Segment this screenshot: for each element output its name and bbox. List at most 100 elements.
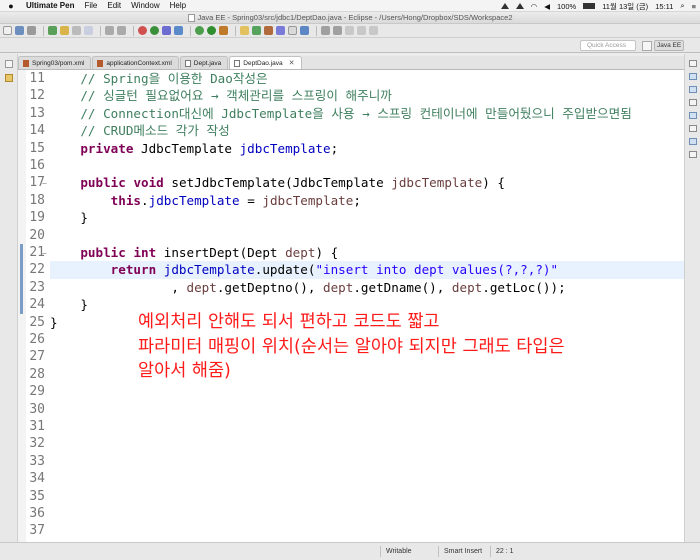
tab-deptdao-java[interactable]: DeptDao.java ✕ (229, 56, 302, 69)
back-icon[interactable] (105, 26, 114, 35)
code-line[interactable] (50, 383, 684, 400)
menu-window[interactable]: Window (131, 1, 159, 10)
code-line[interactable]: // Connection대신에 JdbcTemplate을 사용 → 스프링 … (50, 105, 684, 122)
run-icon[interactable] (207, 26, 216, 35)
tab-pom-xml[interactable]: Spring03/pom.xml (18, 56, 92, 69)
last-edit-icon[interactable] (345, 26, 354, 35)
volume-icon[interactable]: ◀ (544, 2, 550, 11)
restore-view-icon[interactable] (689, 60, 697, 67)
code-area[interactable]: // Spring을 이용한 Dao작성은 // 싱글턴 필요없어요 → 객체관… (50, 70, 684, 542)
code-line[interactable]: private JdbcTemplate jdbcTemplate; (50, 140, 684, 157)
tab-dept-java[interactable]: Dept.java (179, 56, 229, 69)
open-perspective-icon[interactable] (642, 40, 652, 51)
menubar-date[interactable]: 11월 13일 (금) (602, 1, 648, 12)
new-class-icon[interactable] (252, 26, 261, 35)
fold-toggle-icon[interactable]: − (42, 249, 47, 258)
code-token: jdbcTemplate (391, 175, 483, 191)
code-line[interactable]: } (50, 209, 684, 226)
code-line[interactable]: // 싱글턴 필요없어요 → 객체관리를 스프링이 해주니까 (50, 87, 684, 104)
code-line[interactable]: // CRUD메소드 각가 작성 (50, 122, 684, 139)
notification-center-icon[interactable]: ≡ (692, 2, 696, 11)
code-string: "insert into dept values(?,?,?)" (315, 262, 559, 278)
annotation-prev-icon[interactable] (321, 26, 330, 35)
snippets-icon[interactable] (689, 151, 697, 158)
menu-edit[interactable]: Edit (107, 1, 121, 10)
edit-icon[interactable] (60, 26, 69, 35)
code-line[interactable]: , dept.getDeptno(), dept.getDname(), dep… (50, 279, 684, 296)
task-list-icon[interactable] (689, 86, 697, 93)
menu-help[interactable]: Help (170, 1, 186, 10)
status-cursor-position: 22 : 1 (490, 546, 514, 557)
save-all-icon[interactable] (27, 26, 36, 35)
stop-icon[interactable] (138, 26, 147, 35)
code-token: } (50, 210, 88, 226)
forward-icon[interactable] (117, 26, 126, 35)
server-icon[interactable] (162, 26, 171, 35)
line-number: 33 (29, 453, 45, 469)
wifi-icon[interactable]: ◠ (531, 2, 538, 11)
menu-file[interactable]: File (84, 1, 97, 10)
markers-icon[interactable] (689, 99, 697, 106)
code-token: .update( (254, 262, 316, 278)
task-icon[interactable] (174, 26, 183, 35)
code-line[interactable]: public void setJdbcTemplate(JdbcTemplate… (50, 174, 684, 191)
code-line[interactable] (50, 418, 684, 435)
code-line[interactable] (50, 157, 684, 174)
code-line[interactable] (50, 488, 684, 505)
new-icon[interactable] (3, 26, 12, 35)
code-line[interactable] (50, 522, 684, 539)
code-token: .getDeptno(), (216, 279, 323, 295)
code-line[interactable]: this.jdbcTemplate = jdbcTemplate; (50, 192, 684, 209)
code-line[interactable] (50, 227, 684, 244)
package-explorer-icon[interactable] (5, 74, 13, 82)
annotation-next-icon[interactable] (333, 26, 342, 35)
code-token: dept (323, 279, 354, 295)
open-task-icon[interactable] (288, 26, 297, 35)
code-line[interactable] (50, 505, 684, 522)
code-line[interactable] (50, 453, 684, 470)
history-forward-icon[interactable] (369, 26, 378, 35)
external-tools-icon[interactable] (219, 26, 228, 35)
tab-label: Dept.java (193, 59, 222, 67)
code-line[interactable]: return jdbcTemplate.update("insert into … (50, 261, 684, 279)
debug-icon[interactable] (48, 26, 57, 35)
status-writable: Writable (380, 546, 412, 557)
data-source-icon[interactable] (689, 138, 697, 145)
new-package-icon[interactable] (240, 26, 249, 35)
new-interface-icon[interactable] (264, 26, 273, 35)
code-editor[interactable]: 11 12 13 14 15 16 17 18 19 20 21 22 23 24 25 26 27 28 29 30… (18, 70, 684, 542)
code-line[interactable]: public int insertDept(Dept dept) { (50, 244, 684, 261)
code-line[interactable] (50, 401, 684, 418)
code-line[interactable] (50, 470, 684, 487)
toggle-icon[interactable] (72, 26, 81, 35)
app-menu[interactable]: Ultimate Pen (26, 1, 74, 10)
battery-percent[interactable]: 100% (557, 2, 576, 11)
perspective-java-ee-button[interactable]: Java EE (654, 40, 685, 51)
search-icon[interactable] (300, 26, 309, 35)
tab-application-context-xml[interactable]: applicationContext.xml (92, 56, 179, 69)
code-line[interactable]: // Spring을 이용한 Dao작성은 (50, 70, 684, 87)
console-icon[interactable] (689, 125, 697, 132)
mountain-icon[interactable] (515, 3, 524, 9)
quick-access-input[interactable]: Quick Access (580, 40, 636, 51)
code-line[interactable] (50, 435, 684, 452)
perspective-switcher: Java EE (642, 39, 698, 52)
outline-icon[interactable] (689, 73, 697, 80)
line-number: 18 (29, 192, 45, 208)
servers-icon[interactable] (689, 112, 697, 119)
menubar-time[interactable]: 15:11 (655, 2, 673, 11)
close-icon[interactable]: ✕ (289, 59, 295, 67)
mountain-icon[interactable] (500, 3, 509, 9)
battery-icon[interactable] (583, 3, 596, 9)
mark-icon[interactable] (84, 26, 93, 35)
open-type-icon[interactable] (276, 26, 285, 35)
save-icon[interactable] (15, 26, 24, 35)
spotlight-icon[interactable]: ⌕ (680, 1, 684, 11)
debug-run-icon[interactable] (195, 26, 204, 35)
server-start-icon[interactable] (150, 26, 159, 35)
code-token: ) { (482, 175, 505, 191)
fold-toggle-icon[interactable]: − (42, 179, 47, 188)
history-back-icon[interactable] (357, 26, 366, 35)
apple-menu-icon[interactable]: ● (4, 1, 18, 11)
restore-view-icon[interactable] (5, 60, 13, 68)
